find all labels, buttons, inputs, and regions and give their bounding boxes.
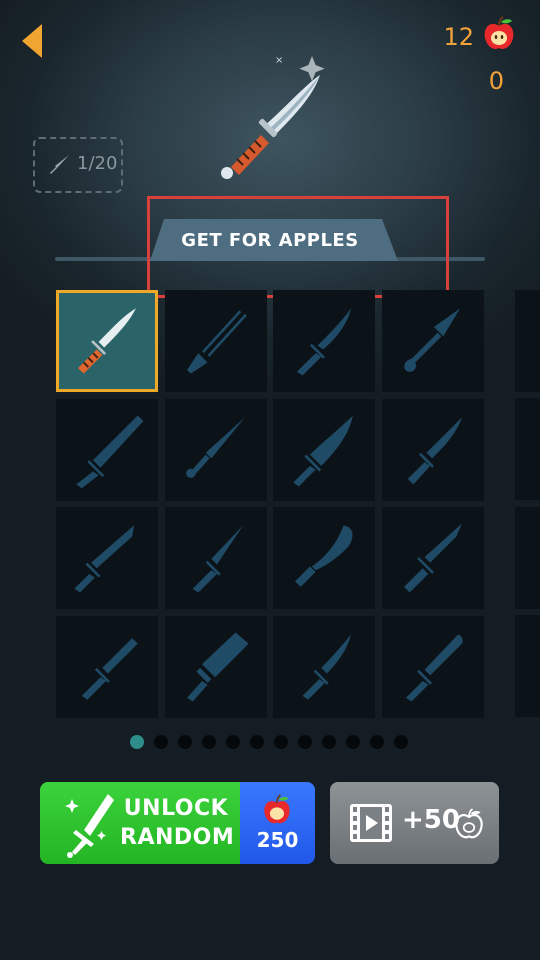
knife-slot-hooked-dagger[interactable] xyxy=(273,615,375,718)
short-sword-icon xyxy=(81,637,138,700)
knife-slot-kukri[interactable] xyxy=(273,507,375,609)
kukri-icon xyxy=(295,525,353,587)
page-dot[interactable] xyxy=(226,735,240,749)
knife-slot-bowie-knife[interactable] xyxy=(56,290,158,392)
page-dot[interactable] xyxy=(370,735,384,749)
unlock-price: 250 xyxy=(256,828,299,852)
combat-knife-icon xyxy=(296,308,352,376)
hooked-dagger-icon xyxy=(302,633,352,700)
knife-grid xyxy=(56,290,486,718)
twin-dagger-icon xyxy=(186,310,247,374)
page-dot[interactable] xyxy=(250,735,264,749)
small-knife-icon xyxy=(50,155,69,174)
knife-slot-wide-blade[interactable] xyxy=(273,398,375,501)
video-reward-label: +50 xyxy=(402,805,460,835)
spear-dagger-icon xyxy=(192,525,243,593)
apple-icon xyxy=(264,794,290,824)
wide-blade-icon xyxy=(293,414,353,486)
hunting-knife-icon xyxy=(407,416,462,485)
unlock-random-button[interactable]: UNLOCK RANDOM 250 xyxy=(40,782,315,864)
knife-slot-tactical-knife[interactable] xyxy=(381,507,484,609)
apple-outline-icon xyxy=(455,808,483,839)
bowie-knife-icon xyxy=(78,308,136,374)
page-dot[interactable] xyxy=(298,735,312,749)
film-play-icon xyxy=(350,804,392,842)
page-dot[interactable] xyxy=(346,735,360,749)
knife-slot-hunting-knife[interactable] xyxy=(381,398,484,501)
next-page-cell xyxy=(515,615,540,717)
knife-slot-serrated-saw[interactable] xyxy=(56,398,158,501)
apple-icon xyxy=(484,16,514,49)
knife-slot-tanto[interactable] xyxy=(56,507,158,609)
kunai-icon xyxy=(403,308,460,372)
serrated-saw-icon xyxy=(76,414,144,488)
page-dot[interactable] xyxy=(322,735,336,749)
cleaver-icon xyxy=(186,631,249,702)
page-dot[interactable] xyxy=(394,735,408,749)
highlight-box xyxy=(147,196,449,298)
page-dot[interactable] xyxy=(274,735,288,749)
knife-progress-label: 1/20 xyxy=(77,153,118,174)
back-arrow-icon[interactable] xyxy=(20,22,44,60)
next-page-cell xyxy=(515,398,540,500)
ring-throwing-knife-icon xyxy=(185,416,245,478)
watch-video-button[interactable]: +50 xyxy=(330,782,499,864)
knife-slot-combat-knife[interactable] xyxy=(273,290,375,392)
random-label: RANDOM xyxy=(120,825,235,850)
knife-progress-badge: 1/20 xyxy=(33,137,123,193)
secondary-counter: 0 xyxy=(488,67,504,95)
unlock-label: UNLOCK xyxy=(123,796,229,821)
next-page-cell xyxy=(515,507,540,609)
baton-knife-icon xyxy=(405,633,463,702)
tactical-knife-icon xyxy=(403,523,462,593)
knife-slot-cleaver[interactable] xyxy=(164,615,267,718)
knife-slot-twin-dagger[interactable] xyxy=(164,290,267,392)
page-dot[interactable] xyxy=(202,735,216,749)
page-dot[interactable] xyxy=(154,735,168,749)
page-dot[interactable] xyxy=(130,735,144,749)
featured-knife-image: × xyxy=(221,55,325,179)
knife-slot-spear-dagger[interactable] xyxy=(164,507,267,609)
knife-slot-baton-knife[interactable] xyxy=(381,615,484,718)
knife-slot-kunai[interactable] xyxy=(381,290,484,392)
svg-text:×: × xyxy=(275,55,283,66)
sword-sparkle-icon xyxy=(65,794,114,858)
tanto-icon xyxy=(74,525,135,593)
knife-slot-ring-throwing-knife[interactable] xyxy=(164,398,267,501)
next-page-cell xyxy=(515,290,540,392)
apple-counter: 12 xyxy=(443,23,474,51)
page-dot[interactable] xyxy=(178,735,192,749)
knife-slot-short-sword[interactable] xyxy=(56,615,158,718)
